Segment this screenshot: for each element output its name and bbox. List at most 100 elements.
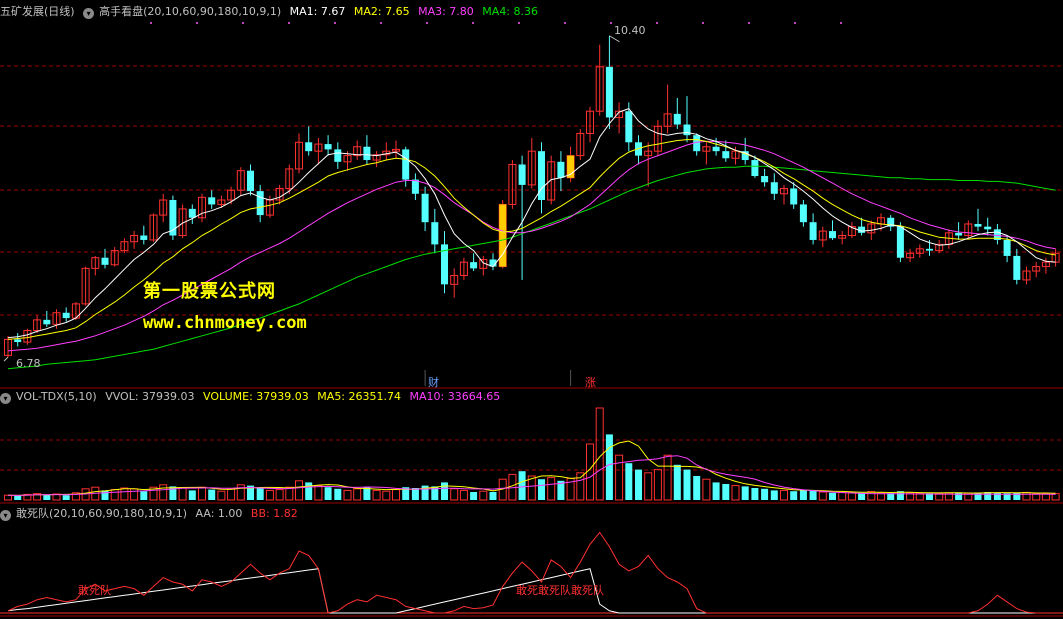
candle-body-down [673,113,681,125]
volume-bar-up [818,491,827,501]
annotation-mid: 敢死敢死队敢死队 [516,584,604,597]
top-dot-mark [840,22,842,24]
volume-bar-down [712,482,720,500]
volume-bar-down [324,487,332,500]
top-dot-mark [564,22,566,24]
indicator-menu-icon[interactable]: ▾ [0,510,11,521]
volume-bar-up [838,491,847,501]
volume-bar-up [236,484,245,501]
volume-bar-down [14,495,22,500]
volume-bar-up [314,485,323,501]
top-dot-mark [518,22,520,24]
candle-body-down [799,204,807,223]
candle-body-down [470,262,478,269]
top-dot-mark [334,22,336,24]
volume-bar-up [227,488,236,501]
candle-body-down [809,222,817,240]
main-indicator-name[interactable]: 高手看盘(20,10,60,90,180,10,9,1) [99,5,281,18]
volume-bar-down [538,479,545,500]
volume-bar-down [741,486,749,500]
stock-chart[interactable] [0,0,1063,619]
indicator-lines [0,531,1063,614]
candle-body-down [896,226,904,258]
candle-body-down [926,248,933,251]
volume-bar-up [265,489,274,501]
candle-body-down [955,232,963,236]
volume-bar-up [702,478,711,501]
candle-body-down [1003,239,1011,256]
volume-bar-up [459,489,468,501]
volume-bar-up [576,472,585,501]
candle-body-down [334,149,342,162]
volume-bar-up [644,472,653,501]
bb-label: BB: 1.82 [250,507,298,520]
volume-bar-down [770,490,778,500]
volume-bar-down [693,476,701,500]
volume-bar-up [343,489,352,501]
top-dot-mark [610,22,612,24]
candle-body-down [208,197,216,205]
volume-bar-down [955,492,963,500]
annotation-left: 敢死队 [78,584,111,597]
volume-bar-up [392,489,400,501]
volume-bar-down [441,482,448,500]
volume-bar-down [140,491,148,500]
top-dot-mark [196,22,198,24]
volume-bar-down [489,492,497,500]
volume-bar-up [1022,491,1031,501]
candle-body-down [14,339,22,343]
indicator-menu-icon[interactable]: ▾ [0,393,11,404]
candle-body-down [247,170,254,192]
event-marker-cai[interactable]: 财 [428,374,439,390]
volume-bar-up [353,488,362,501]
volume-bar-up [295,480,303,501]
volume-indicator-name[interactable]: VOL-TDX(5,10) [16,390,97,403]
price-candles [3,35,1060,386]
low-price-label: 6.78 [16,357,41,370]
volume-panel-header: ▾ VOL-TDX(5,10) VVOL: 37939.03 VOLUME: 37… [0,389,505,405]
volume-bar-up [217,490,226,501]
volume-bar-up [178,487,187,501]
candle-body-down [605,66,613,118]
ma4-line [7,165,1056,370]
volume-bar-down [722,484,730,500]
volume-bar-up [130,488,139,501]
top-dot-mark [426,22,428,24]
event-marker-zhang[interactable]: 涨 [585,374,596,390]
candle-body-down [518,164,526,185]
volume-bar-down [256,487,264,500]
volume-label: VOLUME: 37939.03 [203,390,309,403]
top-dot-mark [702,22,704,24]
volume-bar-down [799,489,807,500]
volume-bar-down [334,488,342,500]
ma2-label: MA2: 7.65 [353,5,410,18]
volume-bar-up [653,469,662,501]
candle-body-down [557,161,565,178]
volume-bar-up [275,489,284,501]
volume-bar-up [663,454,672,501]
indicator-menu-icon[interactable]: ▾ [83,8,95,19]
vvol-label: VVOL: 37939.03 [105,390,195,403]
high-price-label: 10.40 [614,24,646,37]
candle-body-down [411,179,419,194]
volume-bars [4,407,1060,501]
volume-bar-up [867,491,876,501]
volume-bar-up [731,485,740,501]
candle-body-down [402,149,410,180]
top-dot-mark [748,22,750,24]
lower-panel-header: ▾ 敢死队(20,10,60,90,180,10,9,1) AA: 1.00 BB… [0,506,303,522]
bb-line [7,531,1056,614]
main-panel-header: 五矿发展(日线) ▾ 高手看盘(20,10,60,90,180,10,9,1) M… [0,4,543,20]
top-dot-mark [472,22,474,24]
volume-bar-up [547,477,556,501]
volume-bar-up [915,493,924,501]
volume-bar-down [208,489,216,500]
candle-body-down [43,319,51,325]
volume-bar-up [285,486,294,501]
volume-bar-up [372,489,381,501]
volume-bar-down [43,494,51,500]
candle-body-down [683,124,691,136]
lower-indicator-name[interactable]: 敢死队(20,10,60,90,180,10,9,1) [16,507,187,520]
stock-title[interactable]: 五矿发展(日线) [0,5,75,18]
volume-bar-up [780,489,788,501]
